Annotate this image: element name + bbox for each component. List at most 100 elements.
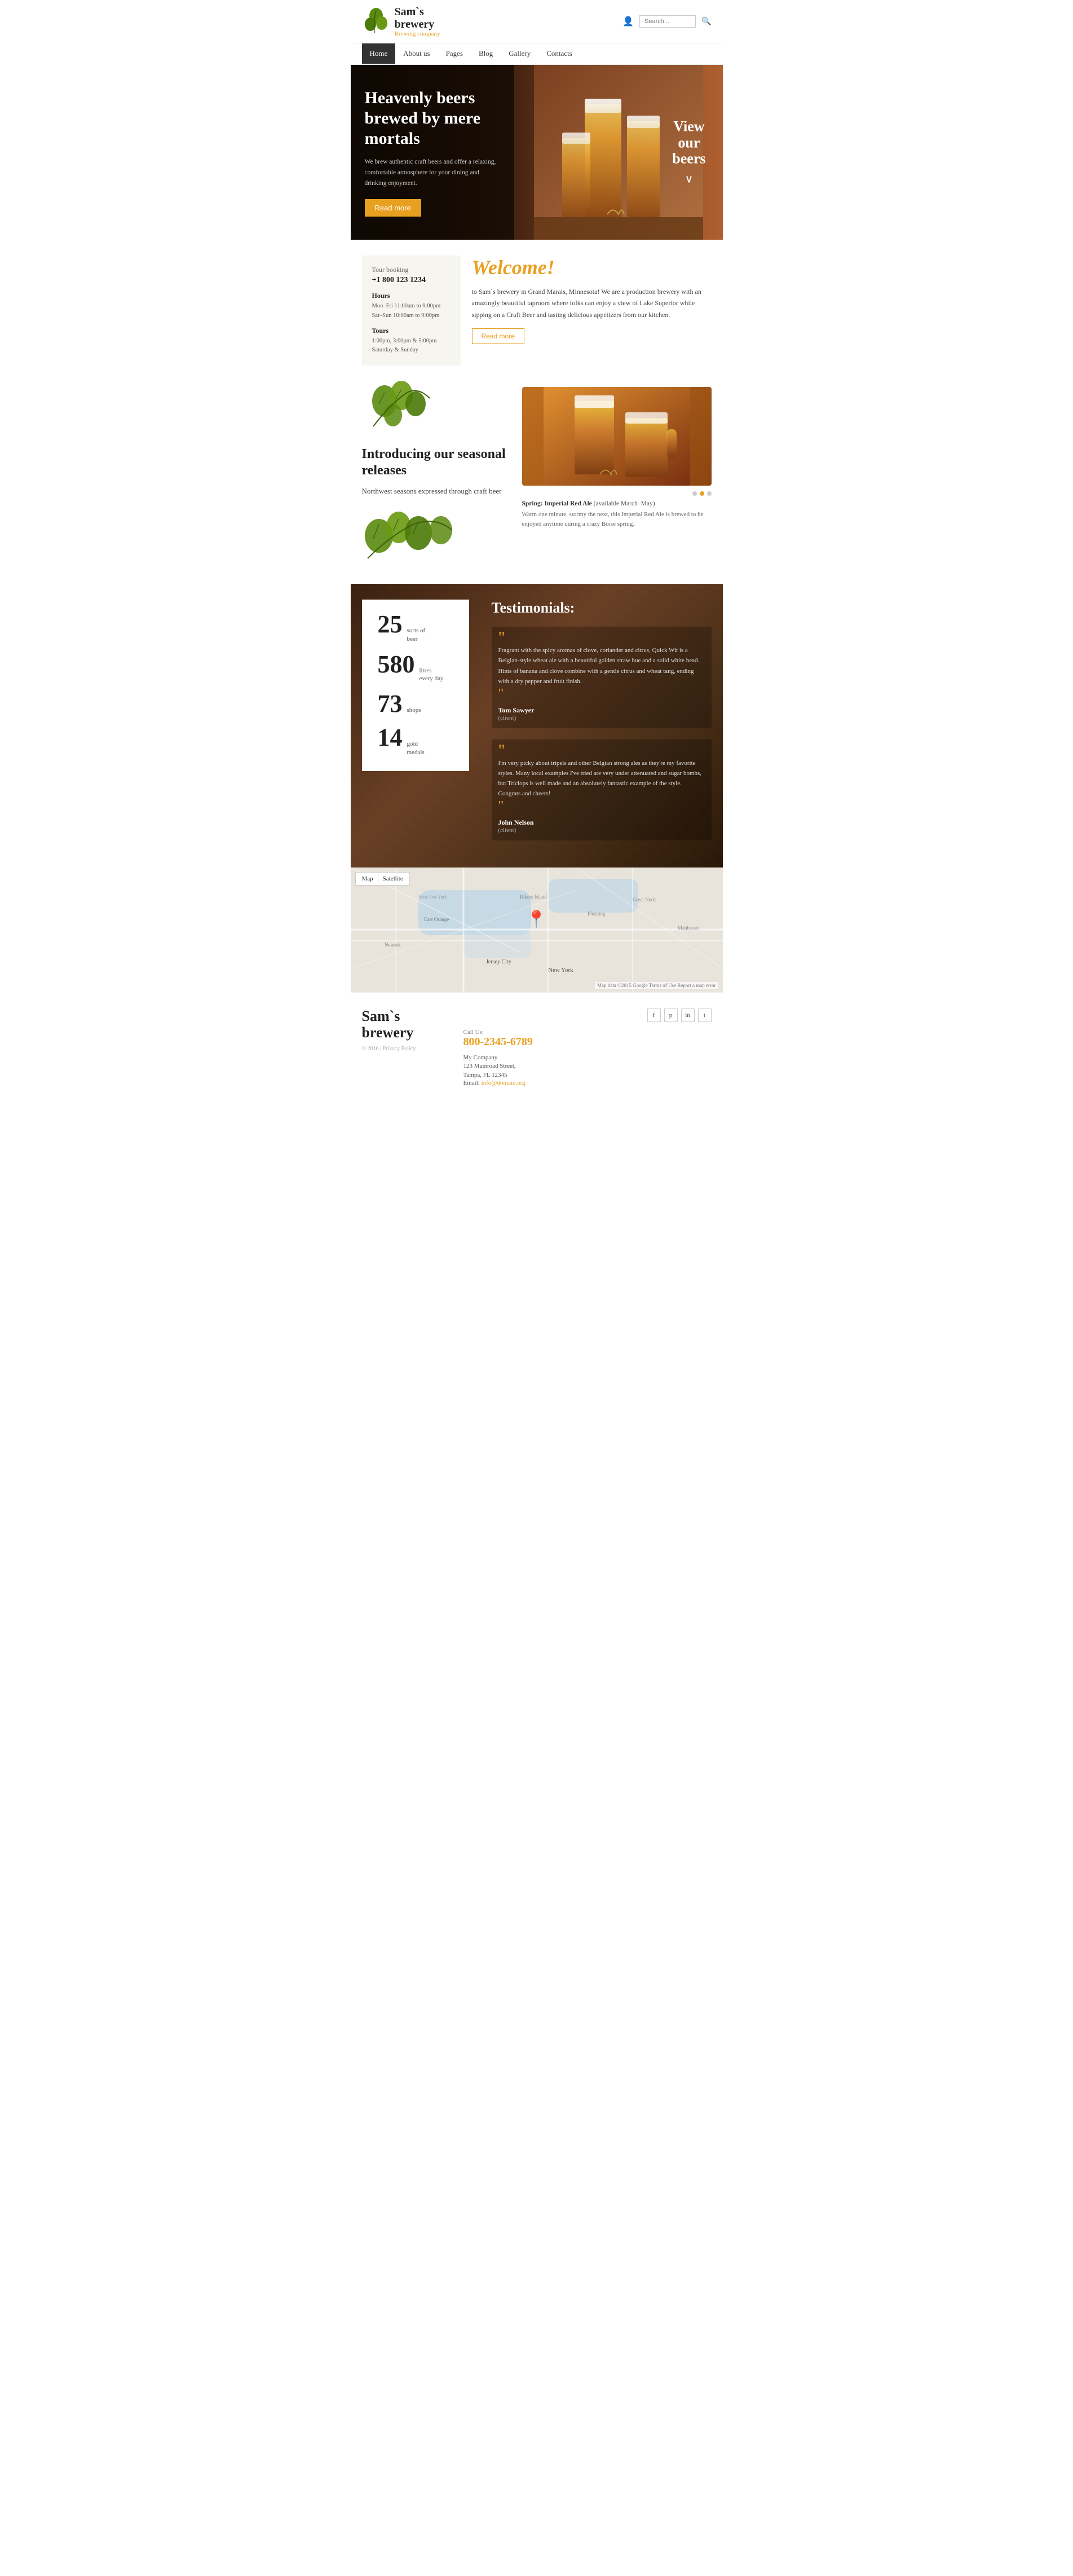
account-icon[interactable]: 👤 [622,16,634,27]
hero-read-more-button[interactable]: Read more [365,199,421,217]
beer-availability: (available March–May) [594,500,655,507]
hops-bottom-illustration [362,508,511,567]
svg-text:Great Neck: Great Neck [633,897,656,902]
footer-call-label: Call Us: [463,1029,712,1036]
footer-logo-area: Sam`sbrewery © 2016 | Privacy Policy [362,1009,447,1051]
quote-mark-1: " [498,633,705,642]
hero-title: Heavenly beers brewed by mere mortals [365,88,500,149]
stat-number-1: 25 [378,612,403,637]
testimonials-section: Testimonials: " Fragrant with the spicy … [480,584,723,868]
end-quote-1: " [498,686,504,701]
footer-brand-name: Sam`sbrewery [362,1009,447,1041]
hero-section: Heavenly beers brewed by mere mortals We… [351,65,723,240]
end-quote-2: " [498,799,504,813]
carousel-dots [522,491,712,496]
header-actions: 👤 🔍 [622,15,711,28]
stat-item-2: 580 litresevery day [378,652,453,683]
footer-address: 123 Mainroad Street, [463,1061,712,1072]
search-icon[interactable]: 🔍 [701,17,711,27]
welcome-read-more-button[interactable]: Read more [472,328,524,344]
seasonal-right: Spring: Imperial Red Ale (available Marc… [522,387,712,529]
map-controls: Map Satellite [355,872,410,886]
tour-phone: +1 800 123 1234 [372,276,451,285]
svg-text:Manhasset: Manhasset [678,925,700,931]
main-nav: Home About us Pages Blog Gallery Contact… [351,43,723,65]
brand-tagline: Brewing company [395,30,440,37]
map-pin-icon: 📍 [526,910,547,930]
footer-social-icons: f p in t [463,1009,712,1022]
search-input[interactable] [639,15,696,28]
welcome-text: to Sam`s brewery in Grand Marais, Minnes… [472,286,712,320]
testimonial-text-2: I'm very picky about tripels and other B… [498,758,705,799]
social-facebook-icon[interactable]: f [647,1009,661,1022]
stat-item-1: 25 sorts ofbeer [378,612,453,643]
satellite-tab[interactable]: Satellite [378,874,408,883]
svg-text:Jersey City: Jersey City [486,959,511,965]
stat-number-2: 580 [378,652,415,677]
site-footer: Sam`sbrewery © 2016 | Privacy Policy f p… [351,992,723,1102]
svg-text:Newark: Newark [385,942,401,948]
stat-label-4: goldmedals [407,740,425,756]
nav-item-contacts[interactable]: Contacts [538,43,580,64]
testimonials-title: Testimonials: [492,600,712,617]
view-beers-text: View our beers [672,119,705,168]
beer-seasonal-image [522,387,712,486]
seasonal-title: Introducing our seasonal releases [362,446,511,479]
footer-copyright: © 2016 | Privacy Policy [362,1046,447,1052]
site-header: Sam`sbrewery Brewing company 👤 🔍 [351,0,723,43]
testimonial-author-2: John Nelson (client) [498,818,705,834]
map-tab[interactable]: Map [357,874,378,883]
testimonial-author-1: Tom Sawyer (client) [498,706,705,721]
nav-item-pages[interactable]: Pages [438,43,471,64]
tours-days: Saturday & Sunday [372,346,451,355]
welcome-section: Welcome! to Sam`s brewery in Grand Marai… [472,256,712,366]
hero-left: Heavenly beers brewed by mere mortals We… [351,65,514,240]
stat-number-4: 14 [378,725,403,750]
social-linkedin-icon[interactable]: in [681,1009,695,1022]
tour-label: Tour booking [372,266,451,274]
seasonal-left: Introducing our seasonal releases Northw… [362,387,511,567]
author-role-2: (client) [498,827,705,834]
beer-description: Warm one minute, stormy the next, this I… [522,510,712,529]
stat-label-2: litresevery day [420,667,444,683]
tours-times: 1:00pm, 3:00pm & 5:00pm [372,337,451,346]
social-pinterest-icon[interactable]: p [664,1009,678,1022]
map-attribution: Map data ©2015 Google Terms of Use Repor… [595,982,718,989]
stat-label-1: sorts ofbeer [407,627,426,643]
footer-inner: Sam`sbrewery © 2016 | Privacy Policy f p… [362,1009,712,1086]
quote-mark-2: " [498,746,705,755]
dot-1[interactable] [692,491,697,496]
seasonal-section: Introducing our seasonal releases Northw… [351,381,723,584]
nav-item-gallery[interactable]: Gallery [501,43,538,64]
dot-2[interactable] [700,491,704,496]
footer-contact-area: f p in t Call Us: 800-2345-6789 My Compa… [463,1009,712,1086]
nav-item-home[interactable]: Home [362,43,396,64]
stat-number-3: 73 [378,692,403,716]
testimonial-text-1: Fragrant with the spicy aromas of clove,… [498,645,705,686]
logo-area: Sam`sbrewery Brewing company [362,6,452,37]
svg-text:East Orange: East Orange [424,917,449,922]
author-name-2: John Nelson [498,818,705,827]
view-beers-cta[interactable]: View our beers ∨ [672,119,705,186]
footer-email: Email: info@domain.org [463,1080,712,1086]
hero-description: We brew authentic craft beers and offer … [365,157,500,189]
dot-3[interactable] [707,491,712,496]
footer-phone: 800-2345-6789 [463,1036,712,1049]
stat-item-4: 14 goldmedals [378,725,453,756]
stats-testimonials-section: 25 sorts ofbeer 580 litresevery day 73 s… [351,584,723,868]
welcome-title: Welcome! [472,256,712,279]
hops-top-illustration [362,381,511,435]
testimonial-item-2: " I'm very picky about tripels and other… [492,739,712,841]
hours-weekday: Mon–Fri 11:00am to 9:00pm [372,302,451,311]
svg-text:Rikers Island: Rikers Island [520,894,547,900]
beer-name: Spring: Imperial Red Ale (available Marc… [522,500,655,507]
footer-company: My Company [463,1054,712,1061]
nav-item-about[interactable]: About us [395,43,438,64]
svg-text:West New York: West New York [418,895,447,900]
author-role-1: (client) [498,715,705,721]
footer-city: Tampa, FL 12345 [463,1072,712,1078]
social-twitter-icon[interactable]: t [698,1009,712,1022]
map-background: East Orange Newark Jersey City New York … [351,868,723,992]
nav-item-blog[interactable]: Blog [471,43,501,64]
stat-label-3: shops [407,706,421,714]
